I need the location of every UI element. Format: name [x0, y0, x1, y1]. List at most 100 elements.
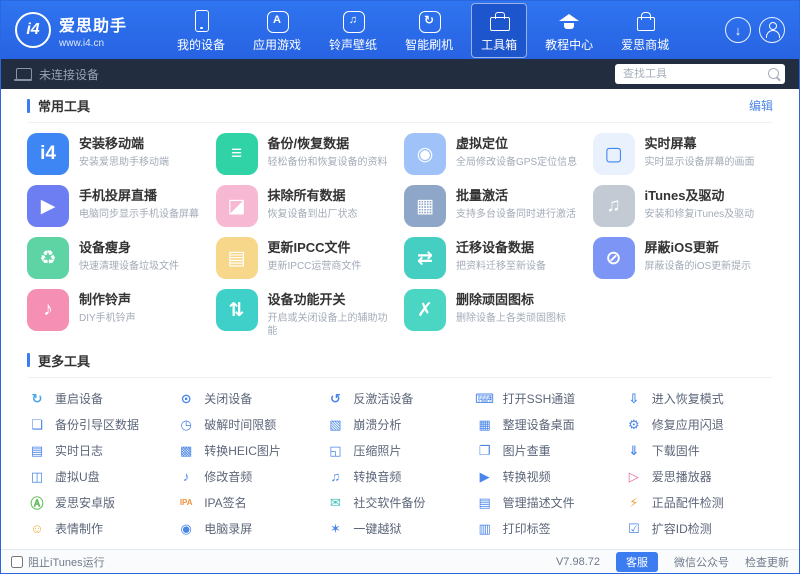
tool-link[interactable]: ❏ 备份引导区数据 — [27, 412, 176, 438]
nav-ringtones-wallpapers[interactable]: 铃声壁纸 — [319, 3, 387, 58]
tool-link[interactable]: Ⓐ 爱思安卓版 — [27, 490, 176, 516]
nav-apps-games[interactable]: 应用游戏 — [243, 3, 311, 58]
tool-search-box[interactable] — [615, 64, 785, 84]
tool-link[interactable]: ▦ 整理设备桌面 — [475, 412, 624, 438]
check-update-link[interactable]: 检查更新 — [745, 554, 789, 570]
tool-card[interactable]: ▢ 实时屏幕 实时显示设备屏幕的画面 — [592, 133, 774, 175]
device-status-bar: 未连接设备 — [1, 59, 799, 89]
tool-card[interactable]: ⇅ 设备功能开关 开启或关闭设备上的辅助功能 — [215, 289, 397, 338]
tool-card-subtitle: 开启或关闭设备上的辅助功能 — [267, 312, 388, 337]
tool-link[interactable]: ↻ 重启设备 — [27, 386, 176, 412]
tool-link[interactable]: ▧ 崩溃分析 — [325, 412, 474, 438]
convert-audio-icon: ♫ — [330, 469, 341, 485]
tool-link-label: 一键越狱 — [353, 522, 402, 537]
tool-link[interactable]: ☑ 扩容ID检测 — [624, 516, 773, 542]
tool-card[interactable]: ✗ 删除顽固图标 删除设备上各类顽固图标 — [404, 289, 585, 338]
tool-link[interactable]: ⊙ 关闭设备 — [176, 386, 325, 412]
edit-link[interactable]: 编辑 — [749, 97, 773, 114]
tool-link-label: 压缩照片 — [353, 444, 402, 459]
tool-link[interactable]: ♪ 修改音频 — [176, 464, 325, 490]
tool-link[interactable]: ✶ 一键越狱 — [325, 516, 474, 542]
tool-card-title: 批量激活 — [456, 188, 509, 203]
tool-link[interactable]: ▶ 转换视频 — [475, 464, 624, 490]
tool-link[interactable]: ▤ 实时日志 — [27, 438, 176, 464]
common-tools-section: 常用工具 编辑 i4 安装移动端 安装爱思助手移动端 ≡ 备份/恢复数据 轻松备… — [27, 89, 773, 344]
nav-i4-mall[interactable]: 爱思商城 — [611, 3, 679, 58]
migrate-device-data-icon: ⇄ — [404, 237, 446, 279]
block-itunes-toggle[interactable]: 阻止iTunes运行 — [11, 554, 105, 570]
tool-link[interactable]: ◫ 虚拟U盘 — [27, 464, 176, 490]
tool-link-label: 打印标签 — [502, 522, 551, 537]
nav-smart-flash[interactable]: 智能刷机 — [395, 3, 463, 58]
section-accent-bar — [27, 98, 30, 113]
tool-card[interactable]: ▤ 更新IPCC文件 更新IPCC运营商文件 — [215, 237, 397, 279]
nav-toolbox[interactable]: 工具箱 — [471, 2, 528, 58]
tool-link[interactable]: ◷ 破解时间限额 — [176, 412, 325, 438]
tool-card[interactable]: ⊘ 屏蔽iOS更新 屏蔽设备的iOS更新提示 — [592, 237, 774, 279]
tool-card-subtitle: 安装和修复iTunes及驱动 — [644, 208, 755, 220]
tool-link[interactable]: ♫ 转换音频 — [325, 464, 474, 490]
arrange-desktop-icon: ▦ — [478, 416, 491, 432]
nav-my-devices[interactable]: 我的设备 — [167, 3, 235, 58]
tool-card[interactable]: ♻ 设备瘦身 快速清理设备垃圾文件 — [27, 237, 208, 279]
tool-card[interactable]: ▦ 批量激活 支持多台设备同时进行激活 — [404, 185, 585, 227]
tool-link[interactable]: ▥ 打印标签 — [475, 516, 624, 542]
restart-device-icon: ↻ — [31, 390, 43, 406]
tool-link[interactable]: ✉ 社交软件备份 — [325, 490, 474, 516]
block-itunes-checkbox[interactable] — [11, 555, 23, 568]
tool-link-label: 实时日志 — [55, 444, 104, 459]
tool-link[interactable]: ⚙ 修复应用闪退 — [624, 412, 773, 438]
nav-tutorial-center[interactable]: 教程中心 — [535, 3, 603, 58]
section-title: 更多工具 — [38, 353, 91, 369]
edit-audio-icon: ♪ — [182, 469, 190, 485]
tool-link[interactable]: ◱ 压缩照片 — [325, 438, 474, 464]
tool-card[interactable]: ♫ iTunes及驱动 安装和修复iTunes及驱动 — [592, 185, 774, 227]
crash-analysis-icon: ▧ — [329, 416, 342, 432]
wechat-link[interactable]: 微信公众号 — [674, 554, 729, 570]
tool-card[interactable]: ◉ 虚拟定位 全局修改设备GPS定位信息 — [404, 133, 585, 175]
compress-photos-icon: ◱ — [329, 442, 342, 458]
tool-card[interactable]: ▶ 手机投屏直播 电脑同步显示手机设备屏幕 — [27, 185, 208, 227]
tool-card-subtitle: 屏蔽设备的iOS更新提示 — [644, 260, 752, 272]
tool-link-label: 备份引导区数据 — [55, 418, 140, 433]
tool-card-subtitle: 安装爱思助手移动端 — [79, 156, 169, 168]
tool-link[interactable]: ❐ 图片查重 — [475, 438, 624, 464]
user-account-button[interactable] — [759, 17, 785, 43]
tool-link-label: 扩容ID检测 — [651, 522, 712, 537]
tool-card-title: 备份/恢复数据 — [267, 136, 350, 151]
refresh-icon — [417, 9, 442, 33]
ssh-tunnel-icon: ⌨ — [475, 390, 494, 406]
tool-link[interactable]: ☺ 表情制作 — [27, 516, 176, 542]
tool-link[interactable]: ⌨ 打开SSH通道 — [475, 386, 624, 412]
shopping-bag-icon — [633, 9, 657, 33]
version-label: V7.98.72 — [555, 555, 600, 568]
tool-link[interactable]: ⇩ 进入恢复模式 — [624, 386, 773, 412]
app-logo[interactable]: i4 爱思助手 www.i4.cn — [15, 12, 127, 49]
tool-link[interactable]: ↺ 反激活设备 — [325, 386, 474, 412]
logo-text: i4 — [26, 21, 40, 38]
tool-card[interactable]: ≡ 备份/恢复数据 轻松备份和恢复设备的资料 — [215, 133, 397, 175]
tool-link[interactable]: IPA IPA签名 — [176, 490, 325, 516]
tool-card-title: 设备瘦身 — [79, 240, 132, 255]
tool-link[interactable]: ⚡ 正品配件检测 — [624, 490, 773, 516]
tool-link-label: 转换HEIC图片 — [204, 444, 281, 459]
tool-card[interactable]: ⇄ 迁移设备数据 把资料迁移至新设备 — [404, 237, 585, 279]
nav-label: 工具箱 — [481, 37, 518, 52]
tool-link-label: 表情制作 — [55, 522, 104, 537]
toolbox-icon — [487, 9, 511, 33]
tool-link-label: 转换视频 — [502, 470, 551, 485]
tool-card[interactable]: i4 安装移动端 安装爱思助手移动端 — [27, 133, 208, 175]
tool-card[interactable]: ◪ 抹除所有数据 恢复设备到出厂状态 — [215, 185, 397, 227]
tool-link[interactable]: ⇓ 下载固件 — [624, 438, 773, 464]
main-nav: 我的设备 应用游戏 铃声壁纸 智能刷机 工具箱 教程中心 — [167, 2, 679, 58]
search-input[interactable] — [615, 64, 785, 84]
batch-activation-icon: ▦ — [404, 185, 446, 227]
tool-link[interactable]: ▤ 管理描述文件 — [475, 490, 624, 516]
tool-link[interactable]: ▩ 转换HEIC图片 — [176, 438, 325, 464]
tool-card[interactable]: ♪ 制作铃声 DIY手机铃声 — [27, 289, 208, 338]
search-icon[interactable] — [767, 67, 781, 81]
tool-link[interactable]: ◉ 电脑录屏 — [176, 516, 325, 542]
tool-link[interactable]: ▷ 爱思播放器 — [624, 464, 773, 490]
support-button[interactable]: 客服 — [616, 551, 658, 572]
download-manager-button[interactable]: ↓ — [725, 17, 751, 43]
